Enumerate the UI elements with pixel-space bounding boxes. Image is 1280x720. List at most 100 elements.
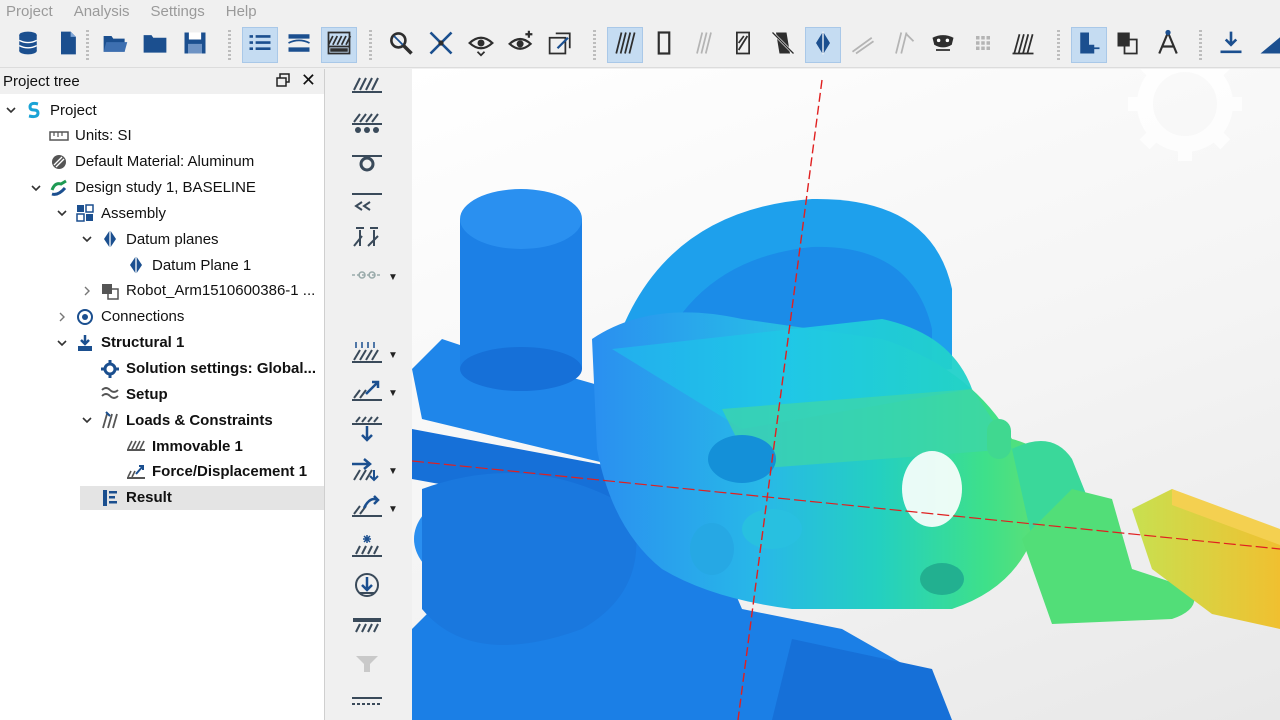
load-arrows-button[interactable] [1005, 27, 1041, 63]
hatch-slash-button[interactable] [725, 27, 761, 63]
toolbar-separator [369, 30, 372, 60]
thermal-load-button[interactable] [350, 532, 420, 566]
moment-load-button[interactable]: ▼ [350, 492, 420, 526]
ramp-button[interactable] [1253, 27, 1280, 63]
tree-item-force-displacement-1[interactable]: Force/Displacement 1 [106, 460, 324, 484]
tree-item-label: Solution settings: Global... [126, 360, 316, 377]
gray-tool-2-button[interactable] [885, 27, 921, 63]
expand-chevron-down-icon[interactable] [55, 336, 69, 350]
mesh-hatch-button[interactable] [607, 27, 643, 63]
close-panel-icon[interactable]: ✕ [301, 71, 316, 89]
bearing-load-button[interactable] [350, 610, 420, 644]
open-folder-button[interactable] [97, 27, 133, 63]
remote-load-icon [350, 456, 384, 486]
remote-load-button[interactable]: ▼ [350, 454, 420, 488]
ramp-icon [1257, 29, 1280, 61]
tree-item-datum-plane-1[interactable]: Datum Plane 1 [106, 253, 324, 277]
immovable-constraint-button[interactable] [350, 70, 420, 104]
grid-dots-button[interactable] [965, 27, 1001, 63]
project-tree-title: Project tree [3, 73, 80, 90]
faded-load-button[interactable] [350, 648, 420, 682]
dropdown-arrow-icon[interactable]: ▼ [388, 504, 398, 515]
view-eye-button[interactable] [463, 27, 499, 63]
datum-plane-icon [809, 29, 837, 61]
expand-chevron-right-icon[interactable] [55, 310, 69, 324]
open-folder-icon [101, 29, 129, 61]
expand-chevron-down-icon[interactable] [4, 103, 18, 117]
tree-item-assembly[interactable]: Assembly [55, 201, 324, 225]
outline-button[interactable] [646, 27, 682, 63]
tree-item-design-study-1-baseline[interactable]: Design study 1, BASELINE [29, 176, 324, 200]
expand-chevron-down-icon[interactable] [80, 413, 94, 427]
folder-button[interactable] [137, 27, 173, 63]
expand-chevron-right-icon[interactable] [80, 284, 94, 298]
menu-help[interactable]: Help [226, 3, 257, 20]
rotate-view-button[interactable] [543, 27, 579, 63]
menu-project[interactable]: Project [6, 3, 53, 20]
zoom-fit-button[interactable] [383, 27, 419, 63]
pressure-load-button[interactable] [350, 414, 420, 448]
datum-plane-button[interactable] [805, 27, 841, 63]
pin-constraint-button[interactable] [350, 146, 420, 180]
gravity-load-button[interactable] [350, 570, 420, 604]
expand-chevron-down-icon[interactable] [80, 232, 94, 246]
measure-button[interactable] [1150, 27, 1186, 63]
save-button[interactable] [177, 27, 213, 63]
dropdown-arrow-icon[interactable]: ▼ [388, 466, 398, 477]
tree-item-result[interactable]: Result [80, 485, 324, 510]
transform-button[interactable] [423, 27, 459, 63]
load-down-icon [1217, 29, 1245, 61]
list-view-button[interactable] [242, 27, 278, 63]
tree-item-units-si[interactable]: Units: SI [29, 124, 324, 148]
tree-item-solution-settings-global[interactable]: Solution settings: Global... [80, 357, 324, 381]
tree-item-robot-arm1510600386-1[interactable]: Robot_Arm1510600386-1 ... [80, 279, 324, 303]
grid-dots-icon [969, 29, 997, 61]
new-file-button[interactable] [50, 27, 86, 63]
view-eye-icon [467, 29, 495, 61]
results-view-button[interactable] [321, 27, 357, 63]
dropdown-arrow-icon[interactable]: ▼ [388, 388, 398, 399]
load-arrows-icon [1009, 29, 1037, 61]
float-panel-icon[interactable] [276, 73, 290, 87]
tree-item-immovable-1[interactable]: Immovable 1 [106, 434, 324, 458]
expand-chevron-down-icon[interactable] [55, 206, 69, 220]
probe-button[interactable] [1071, 27, 1107, 63]
tree-item-structural-1[interactable]: Structural 1 [55, 331, 324, 355]
menu-analysis[interactable]: Analysis [74, 3, 130, 20]
tree-item-setup[interactable]: Setup [80, 382, 324, 406]
tree-item-default-material-aluminum[interactable]: Default Material: Aluminum [29, 150, 324, 174]
displacement-load-icon [350, 378, 384, 408]
antisymmetry-constraint-button[interactable] [350, 222, 420, 256]
connector-button[interactable]: ▼ [350, 260, 420, 294]
load-down-button[interactable] [1213, 27, 1249, 63]
split-view-button[interactable] [281, 27, 317, 63]
force-load-button[interactable]: ▼ [350, 338, 420, 372]
database-button[interactable] [10, 27, 46, 63]
symmetry-constraint-button[interactable] [350, 184, 420, 218]
probe-copy-button[interactable] [1110, 27, 1146, 63]
gray-tool-1-button[interactable] [845, 27, 881, 63]
antisymmetry-constraint-icon [350, 224, 384, 254]
hatch-faded-icon [690, 29, 718, 61]
add-view-button[interactable] [503, 27, 539, 63]
tree-item-loads-constraints[interactable]: Loads & Constraints [80, 408, 324, 432]
menu-settings[interactable]: Settings [151, 3, 205, 20]
tree-item-label: Assembly [101, 204, 167, 222]
tree-item-datum-planes[interactable]: Datum planes [80, 227, 324, 251]
mask-button[interactable] [925, 27, 961, 63]
expand-chevron-down-icon[interactable] [29, 181, 43, 195]
sliding-constraint-button[interactable] [350, 108, 420, 142]
dropdown-arrow-icon[interactable]: ▼ [388, 350, 398, 361]
hatch-slash-2-button[interactable] [765, 27, 801, 63]
more-load-button[interactable] [350, 688, 420, 720]
3d-viewport[interactable] [412, 69, 1280, 720]
tree-item-connections[interactable]: Connections [55, 305, 324, 329]
displacement-load-button[interactable]: ▼ [350, 376, 420, 410]
dropdown-arrow-icon[interactable]: ▼ [388, 272, 398, 283]
tree-item-project[interactable]: Project [4, 98, 324, 122]
tree-item-label: Units: SI [75, 127, 132, 145]
hatch-faded-button[interactable] [686, 27, 722, 63]
